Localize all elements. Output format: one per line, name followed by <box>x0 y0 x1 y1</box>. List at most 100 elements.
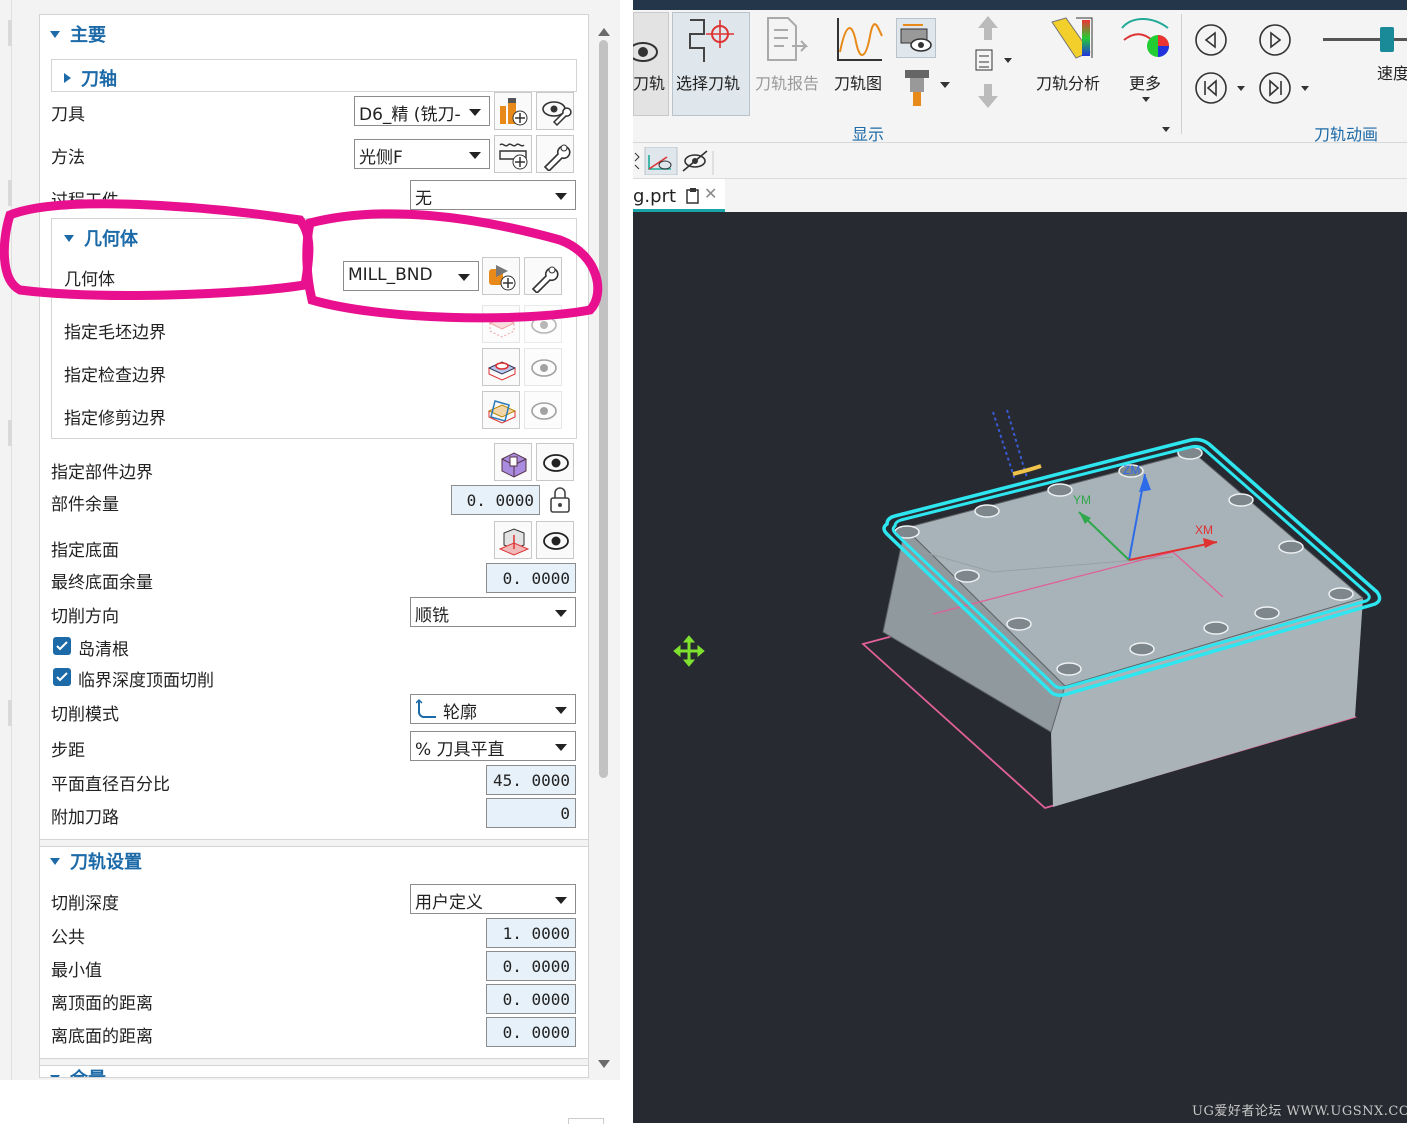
part-model: ZM YM XM <box>673 409 1382 810</box>
chevron-down-icon[interactable] <box>1237 86 1245 91</box>
file-tab-bar <box>633 179 1407 212</box>
method-label: 方法 <box>51 148 85 168</box>
more-options-icon <box>1121 18 1169 57</box>
section-divider <box>40 839 588 847</box>
trim-display-button[interactable] <box>524 391 562 429</box>
contour-pattern-icon <box>416 698 436 718</box>
distance-from-top-label: 离顶面的距离 <box>51 994 153 1014</box>
common-depth-input[interactable]: 1. 0000 <box>486 918 576 948</box>
new-tool-button[interactable] <box>494 92 532 130</box>
distance-from-top-input[interactable]: 0. 0000 <box>486 984 576 1014</box>
more-button[interactable]: 更多 <box>1129 70 1161 94</box>
lock-icon <box>550 487 570 513</box>
trim-boundary-button[interactable] <box>482 391 520 429</box>
floor-display-button[interactable] <box>536 521 574 559</box>
additional-passes-label: 附加刀路 <box>51 808 119 828</box>
quick-icons <box>634 147 714 175</box>
speed-slider-track[interactable] <box>1323 38 1407 41</box>
lock-button[interactable] <box>544 482 576 518</box>
minimum-depth-input[interactable]: 0. 0000 <box>486 951 576 981</box>
collapse-icon <box>50 1074 60 1077</box>
left-edge-strip <box>0 0 12 1080</box>
cut-direction-select[interactable]: 顺铣 <box>410 597 576 627</box>
eye-icon <box>543 454 569 472</box>
additional-passes-input[interactable]: 0 <box>486 798 576 828</box>
final-floor-stock-input[interactable]: 0. 0000 <box>486 563 576 593</box>
toolpath-report-button[interactable]: 刀轨报告 <box>755 70 819 94</box>
speed-slider-thumb[interactable] <box>1380 27 1394 52</box>
toolpath-analysis-button[interactable]: 刀轨分析 <box>1036 70 1100 94</box>
section-main-header[interactable]: 主要 <box>50 21 106 47</box>
scroll-up-icon[interactable] <box>598 28 610 36</box>
cut-pattern-select[interactable]: 轮廓 <box>410 694 576 724</box>
speed-label: 速度 <box>1377 64 1407 83</box>
tool-select[interactable]: D6_精 (铣刀- <box>354 96 490 126</box>
part-boundary-button[interactable] <box>494 443 532 481</box>
check-icon <box>56 641 68 651</box>
ym-label: YM <box>1073 493 1091 507</box>
chevron-down-icon[interactable] <box>1301 86 1309 91</box>
display-toggle-button[interactable] <box>896 18 936 58</box>
select-toolpath-button[interactable]: 选择刀轨 <box>676 70 740 94</box>
edit-method-button[interactable] <box>536 135 574 173</box>
collapse-icon <box>50 30 60 38</box>
chevron-down-icon[interactable] <box>1142 97 1150 102</box>
graphics-viewport[interactable]: ZM YM XM <box>633 212 1407 1123</box>
part-stock-label: 部件余量 <box>51 495 119 515</box>
eye-icon <box>543 532 569 550</box>
section-stock-header[interactable]: 余量 <box>50 1065 106 1077</box>
toolpath-graph-button[interactable]: 刀轨图 <box>834 70 882 94</box>
play-forward-icon[interactable] <box>1258 23 1292 57</box>
island-cleanup-label: 岛清根 <box>78 640 129 660</box>
close-tab-icon[interactable]: ✕ <box>704 184 717 203</box>
zm-label: ZM <box>1123 463 1140 477</box>
floor-button[interactable] <box>494 521 532 559</box>
part-boundary-icon <box>501 452 527 478</box>
approach-lines <box>992 409 1028 481</box>
animation-group-label: 刀轨动画 <box>1314 125 1379 144</box>
distance-from-floor-input[interactable]: 0. 0000 <box>486 1017 576 1047</box>
chevron-down-icon[interactable] <box>940 82 950 88</box>
method-select[interactable]: 光侧F <box>354 139 490 169</box>
toolpath-button[interactable]: 刀轨 <box>633 70 665 94</box>
flat-diameter-percent-input[interactable]: 45. 0000 <box>486 765 576 795</box>
dialog-scrollbar[interactable] <box>596 14 612 1078</box>
common-depth-label: 公共 <box>51 928 85 948</box>
chevron-down-icon[interactable] <box>1162 127 1170 132</box>
part-display-button[interactable] <box>536 443 574 481</box>
new-tool-icon <box>500 98 528 126</box>
check-display-button[interactable] <box>524 348 562 386</box>
cut-depth-label: 切削深度 <box>51 894 119 914</box>
expand-icon <box>64 73 71 83</box>
trim-boundary-icon <box>487 400 517 424</box>
play-backward-icon[interactable] <box>1194 23 1228 57</box>
new-method-button[interactable] <box>494 135 532 173</box>
critical-depth-checkbox[interactable] <box>53 668 71 686</box>
floor-icon <box>498 528 530 556</box>
wrench-icon <box>543 144 571 171</box>
toolpath-analysis-icon <box>1051 17 1093 59</box>
part-stock-input[interactable]: 0. 0000 <box>451 485 540 515</box>
file-tab-name: g.prt <box>633 186 677 207</box>
trim-boundary-label: 指定修剪边界 <box>64 409 166 429</box>
check-boundary-button[interactable] <box>482 348 520 386</box>
step-backward-icon[interactable] <box>1194 71 1228 105</box>
island-cleanup-checkbox[interactable] <box>53 637 71 655</box>
chevron-down-icon[interactable] <box>1004 58 1012 63</box>
move-cursor-icon <box>673 635 705 667</box>
end-mill-icon <box>905 70 929 106</box>
scroll-down-icon[interactable] <box>598 1060 610 1068</box>
scroll-thumb[interactable] <box>599 40 608 778</box>
display-group-label: 显示 <box>852 125 885 144</box>
cut-depth-select[interactable]: 用户定义 <box>410 884 576 914</box>
part-boundary-label: 指定部件边界 <box>51 463 153 483</box>
section-path-settings-header[interactable]: 刀轨设置 <box>50 848 142 874</box>
tool-axis-subsection[interactable]: 刀轴 <box>51 59 577 92</box>
tool-label: 刀具 <box>51 105 85 125</box>
step-forward-icon[interactable] <box>1258 71 1292 105</box>
quick-access-bar <box>633 143 1407 179</box>
check-boundary-label: 指定检查边界 <box>64 366 166 386</box>
stepover-select[interactable]: % 刀具平直 <box>410 731 576 761</box>
select-toolpath-icon <box>689 19 734 62</box>
tool-display-button[interactable] <box>536 92 574 130</box>
